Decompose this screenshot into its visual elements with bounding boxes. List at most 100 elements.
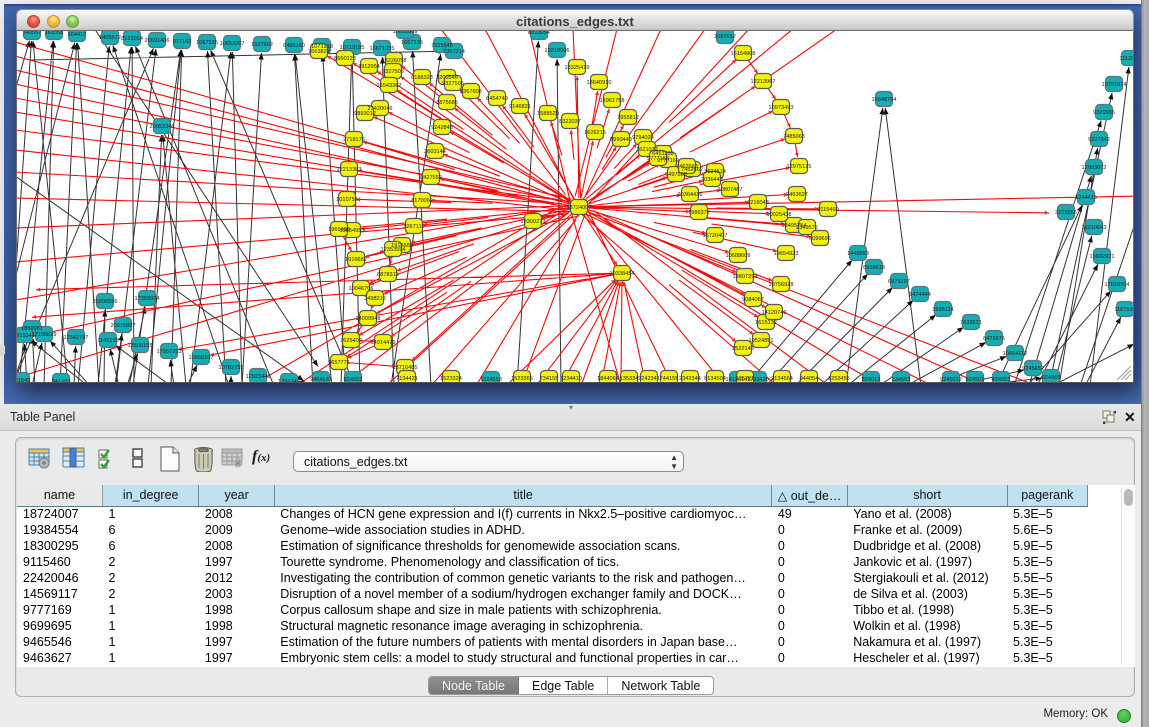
svg-text:1527602: 1527602 [251,42,273,48]
svg-text:2718176: 2718176 [343,137,365,143]
svg-text:15692971: 15692971 [1090,254,1115,260]
svg-text:7357214: 7357214 [443,49,465,55]
svg-text:8938918: 8938918 [863,265,885,271]
svg-text:23226058: 23226058 [382,58,407,64]
svg-text:2036443: 2036443 [701,177,723,183]
svg-text:8660123: 8660123 [334,56,356,62]
svg-text:1667135: 1667135 [401,40,423,46]
svg-text:9657771: 9657771 [328,360,350,366]
svg-text:7485063: 7485063 [783,134,805,140]
svg-text:16033809: 16033809 [393,31,418,35]
svg-text:924565: 924565 [1042,375,1061,381]
svg-text:14120746: 14120746 [762,310,787,316]
svg-text:841203: 841203 [52,379,71,383]
svg-text:2342344: 2342344 [679,376,701,382]
svg-text:18640910: 18640910 [587,80,612,86]
svg-text:3267110: 3267110 [403,224,424,230]
svg-text:8813054: 8813054 [528,31,550,36]
svg-text:19218906: 19218906 [545,48,570,54]
svg-text:13716485: 13716485 [393,365,418,371]
svg-text:104417: 104417 [68,32,87,38]
svg-text:6466160: 6466160 [283,43,305,49]
svg-text:1523365: 1523365 [511,376,533,382]
svg-text:8990443: 8990443 [610,137,632,143]
svg-text:9463627: 9463627 [786,192,808,198]
svg-text:15720407: 15720407 [703,233,728,239]
svg-text:16671355: 16671355 [370,46,395,52]
svg-text:9329996: 9329996 [1093,110,1115,116]
svg-text:824012: 824012 [862,377,881,383]
svg-text:9084067: 9084067 [742,297,764,303]
svg-text:12213967: 12213967 [751,79,776,85]
svg-text:8454749: 8454749 [486,96,508,102]
svg-text:10025438: 10025438 [767,212,792,218]
svg-text:20206556: 20206556 [93,299,118,305]
svg-text:2603144: 2603144 [424,149,446,155]
svg-text:3498212: 3498212 [364,296,386,302]
svg-text:10807487: 10807487 [718,187,743,193]
svg-text:9327505: 9327505 [442,81,464,87]
svg-text:7663822: 7663822 [308,49,330,55]
svg-text:1626215: 1626215 [584,130,606,136]
svg-text:12975125: 12975125 [787,164,812,170]
svg-text:1440953: 1440953 [847,251,869,257]
svg-text:9146821: 9146821 [509,104,531,110]
svg-text:9115460: 9115460 [817,207,838,213]
svg-text:6216043: 6216043 [747,200,769,206]
svg-text:9245652: 9245652 [1022,366,1044,372]
svg-text:103442: 103442 [1133,338,1134,344]
svg-text:977163: 977163 [173,39,192,45]
svg-text:12923446: 12923446 [246,374,271,380]
svg-text:135334: 135334 [620,376,639,382]
svg-text:3912954: 3912954 [358,64,380,70]
svg-text:1965495: 1965495 [328,227,350,233]
svg-text:6099695: 6099695 [809,236,831,242]
svg-text:9242848: 9242848 [431,125,453,131]
svg-text:8471676: 8471676 [983,336,1005,342]
svg-text:1244415: 1244415 [1075,195,1097,201]
svg-text:10782759: 10782759 [219,365,244,371]
svg-text:20691406: 20691406 [145,38,170,44]
svg-text:1405572: 1405572 [99,35,121,41]
svg-text:19300273: 19300273 [521,219,546,225]
svg-text:135721: 135721 [736,376,755,382]
svg-text:7955812: 7955812 [617,115,639,121]
svg-text:1588520: 1588520 [537,111,559,117]
svg-text:2935114: 2935114 [932,307,953,313]
svg-text:2522143: 2522143 [732,346,754,352]
svg-text:18724007: 18724007 [567,205,592,211]
svg-text:9227342: 9227342 [1088,137,1110,143]
svg-text:7625402: 7625402 [340,338,362,344]
svg-text:1112045: 1112045 [1120,56,1134,62]
svg-text:12342797: 12342797 [64,335,89,341]
svg-text:734155: 734155 [540,376,559,382]
svg-text:16210643: 16210643 [1082,225,1107,231]
svg-text:8186323: 8186323 [411,75,433,81]
svg-text:2087652: 2087652 [714,34,736,40]
svg-text:15751074: 15751074 [1102,82,1127,88]
svg-text:12093872: 12093872 [1082,165,1107,171]
svg-text:1523324: 1523324 [440,376,462,382]
svg-text:9134664: 9134664 [771,376,793,382]
svg-text:9327506: 9327506 [382,69,404,75]
svg-text:10688609: 10688609 [726,253,751,259]
svg-text:6879197: 6879197 [888,279,910,285]
svg-text:9893012: 9893012 [354,111,376,117]
svg-text:1292344: 1292344 [278,379,300,383]
svg-text:824501: 824501 [966,377,985,383]
svg-text:12353594: 12353594 [381,247,406,253]
svg-text:10653267: 10653267 [220,41,245,47]
svg-text:13325419: 13325419 [565,65,590,71]
svg-text:1253455: 1253455 [828,376,850,382]
svg-text:19756928: 19756928 [769,282,794,288]
svg-text:3875685: 3875685 [436,100,458,106]
svg-text:140557: 140557 [23,31,42,36]
svg-text:17359924: 17359924 [135,296,160,302]
svg-text:1615132: 1615132 [755,320,777,326]
svg-text:424553: 424553 [992,377,1011,383]
svg-text:8322037: 8322037 [559,119,581,125]
svg-text:944054: 944054 [800,376,819,382]
svg-text:824553: 824553 [344,377,363,383]
svg-text:8427552: 8427552 [420,175,442,181]
svg-text:7134421: 7134421 [396,376,418,382]
